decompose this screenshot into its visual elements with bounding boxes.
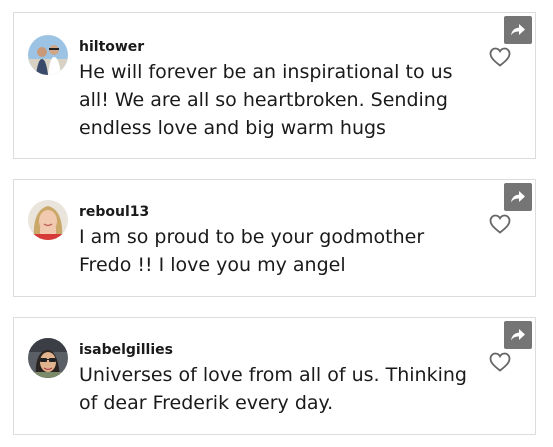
- avatar[interactable]: [28, 35, 68, 75]
- share-button[interactable]: [504, 183, 532, 211]
- like-button[interactable]: [488, 351, 512, 373]
- comment-card: isabelgillies Universes of love from all…: [13, 317, 536, 435]
- comment-text: He will forever be an inspirational to u…: [79, 61, 453, 139]
- share-button[interactable]: [504, 321, 532, 349]
- share-arrow-icon: [511, 329, 525, 341]
- share-button[interactable]: [504, 16, 532, 44]
- share-arrow-icon: [511, 24, 525, 36]
- share-arrow-icon: [511, 191, 525, 203]
- heart-outline-icon: [489, 352, 511, 372]
- like-button[interactable]: [488, 213, 512, 235]
- comment-card: hiltower He will forever be an inspirati…: [13, 12, 536, 159]
- comment-username[interactable]: reboul13: [79, 202, 149, 222]
- comment-username[interactable]: isabelgillies: [79, 340, 173, 360]
- heart-outline-icon: [489, 214, 511, 234]
- like-button[interactable]: [488, 46, 512, 68]
- comment-text: Universes of love from all of us. Thinki…: [79, 364, 467, 414]
- avatar[interactable]: [28, 200, 68, 240]
- comment-card: reboul13 I am so proud to be your godmot…: [13, 179, 536, 297]
- comment-username[interactable]: hiltower: [79, 37, 144, 57]
- avatar[interactable]: [28, 338, 68, 378]
- comment-text: I am so proud to be your godmother Fredo…: [79, 226, 425, 276]
- heart-outline-icon: [489, 47, 511, 67]
